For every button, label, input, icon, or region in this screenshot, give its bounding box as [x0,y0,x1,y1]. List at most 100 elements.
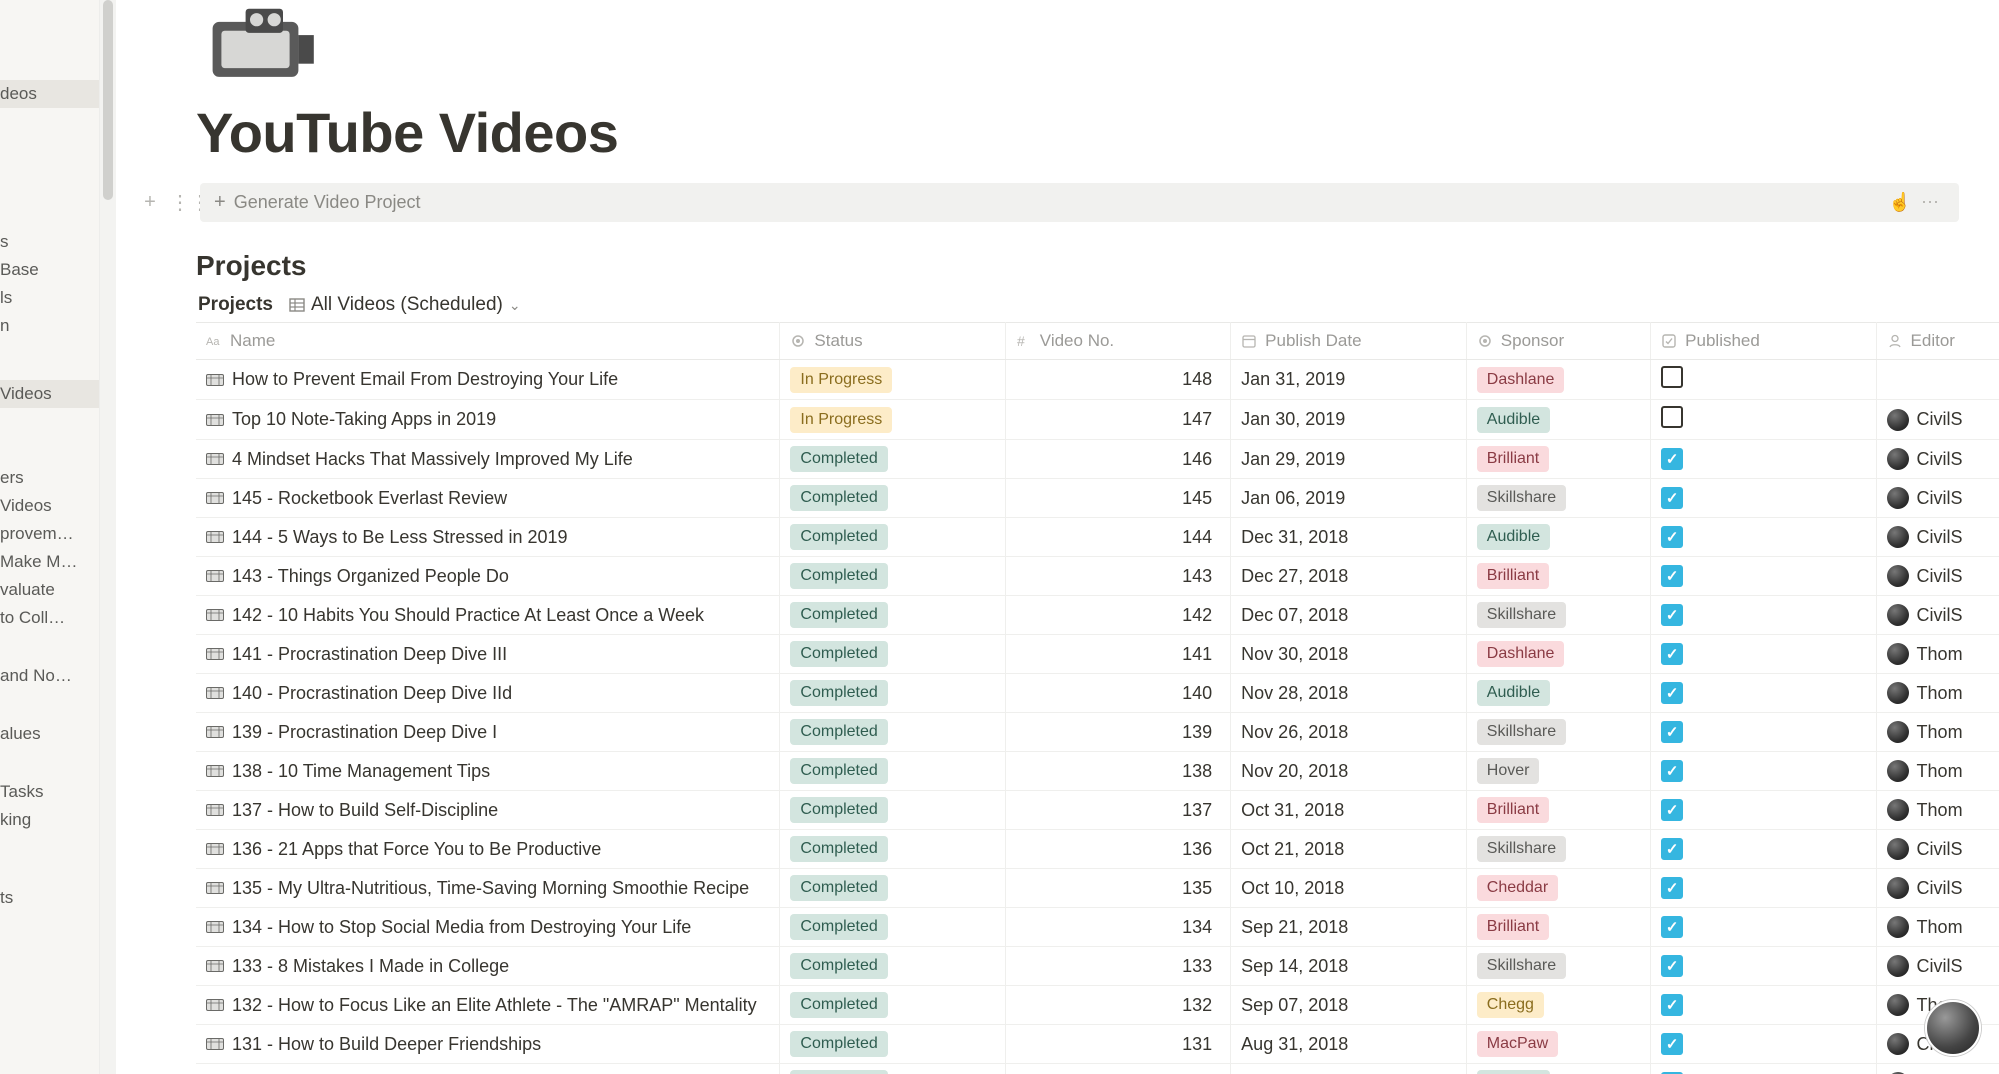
view-tab-projects[interactable]: Projects [198,294,273,316]
page-icon[interactable] [196,0,326,90]
table-row[interactable]: 130 - How to Make FriendsCompleted130Aug… [196,1064,1999,1074]
published-checkbox[interactable] [1661,877,1683,899]
table-row[interactable]: 131 - How to Build Deeper FriendshipsCom… [196,1025,1999,1064]
sponsor-tag: MacPaw [1477,1031,1558,1057]
sidebar-item[interactable]: ls [0,284,99,312]
sidebar-item[interactable]: Tasks [0,778,99,806]
page-row-icon [206,803,224,817]
published-checkbox[interactable] [1661,366,1683,388]
status-tag: Completed [790,680,887,706]
row-name: 132 - How to Focus Like an Elite Athlete… [232,995,757,1016]
projects-table: AaName Status #Video No. Publish Date Sp… [196,322,1999,1074]
sidebar-item[interactable]: Videos [0,492,99,520]
view-selector[interactable]: All Videos (Scheduled) ⌄ [289,294,521,316]
svg-text:Aa: Aa [206,336,220,348]
published-checkbox[interactable] [1661,448,1683,470]
table-row[interactable]: 134 - How to Stop Social Media from Dest… [196,908,1999,947]
sponsor-tag: Brilliant [1477,563,1549,589]
row-publish-date: Aug 24, 2018 [1231,1064,1467,1074]
published-checkbox[interactable] [1661,487,1683,509]
published-checkbox[interactable] [1661,760,1683,782]
sidebar-item[interactable]: s [0,228,99,256]
table-row[interactable]: 141 - Procrastination Deep Dive IIICompl… [196,635,1999,674]
row-video-no: 145 [1005,479,1230,518]
column-header-editor[interactable]: Editor [1876,323,1999,360]
table-row[interactable]: 145 - Rocketbook Everlast ReviewComplete… [196,479,1999,518]
published-checkbox[interactable] [1661,721,1683,743]
table-row[interactable]: 136 - 21 Apps that Force You to Be Produ… [196,830,1999,869]
table-row[interactable]: 137 - How to Build Self-DisciplineComple… [196,791,1999,830]
row-video-no: 137 [1005,791,1230,830]
table-row[interactable]: 132 - How to Focus Like an Elite Athlete… [196,986,1999,1025]
published-checkbox[interactable] [1661,565,1683,587]
table-row[interactable]: 144 - 5 Ways to Be Less Stressed in 2019… [196,518,1999,557]
published-checkbox[interactable] [1661,799,1683,821]
table-row[interactable]: 133 - 8 Mistakes I Made in CollegeComple… [196,947,1999,986]
row-publish-date: Nov 30, 2018 [1231,635,1467,674]
generate-video-project-button[interactable]: + Generate Video Project ☝ ⋯ [200,183,1959,222]
column-header-sponsor[interactable]: Sponsor [1466,323,1650,360]
table-row[interactable]: 139 - Procrastination Deep Dive IComplet… [196,713,1999,752]
status-tag: Completed [790,719,887,745]
add-block-button[interactable]: + [140,191,160,214]
editor-avatar [1887,604,1909,626]
sidebar-item[interactable]: king [0,806,99,834]
table-row[interactable]: 4 Mindset Hacks That Massively Improved … [196,440,1999,479]
column-header-published[interactable]: Published [1651,323,1876,360]
published-checkbox[interactable] [1661,643,1683,665]
sidebar-item[interactable]: ts [0,884,99,912]
published-checkbox[interactable] [1661,916,1683,938]
status-tag: Completed [790,602,887,628]
sponsor-tag: Chegg [1477,992,1544,1018]
published-checkbox[interactable] [1661,526,1683,548]
editor-avatar [1887,916,1909,938]
sidebar-item[interactable]: n [0,312,99,340]
published-checkbox[interactable] [1661,406,1683,428]
sidebar-item[interactable]: ers [0,464,99,492]
row-publish-date: Dec 07, 2018 [1231,596,1467,635]
sidebar-item[interactable]: valuate [0,576,99,604]
table-row[interactable]: 142 - 10 Habits You Should Practice At L… [196,596,1999,635]
sidebar-item[interactable]: Base [0,256,99,284]
database-heading[interactable]: Projects [196,250,1999,282]
more-icon[interactable]: ⋯ [1921,192,1939,213]
published-checkbox[interactable] [1661,1033,1683,1055]
column-header-status[interactable]: Status [780,323,1005,360]
table-row[interactable]: How to Prevent Email From Destroying You… [196,360,1999,400]
published-checkbox[interactable] [1661,955,1683,977]
page-row-icon [206,959,224,973]
status-tag: Completed [790,797,887,823]
sidebar-scrollbar[interactable] [100,0,116,1074]
sidebar-item[interactable]: Videos [0,380,99,408]
column-header-video-no[interactable]: #Video No. [1005,323,1230,360]
row-name: 135 - My Ultra-Nutritious, Time-Saving M… [232,878,749,899]
sidebar-item[interactable]: to Coll… [0,604,99,632]
drag-handle-icon[interactable]: ⋮⋮ [170,190,190,215]
sidebar-item[interactable]: Make M… [0,548,99,576]
status-tag: Completed [790,485,887,511]
row-publish-date: Sep 21, 2018 [1231,908,1467,947]
editor-avatar [1887,487,1909,509]
table-row[interactable]: 140 - Procrastination Deep Dive IIdCompl… [196,674,1999,713]
column-header-publish-date[interactable]: Publish Date [1231,323,1467,360]
sidebar-item[interactable]: and No… [0,662,99,690]
row-video-no: 136 [1005,830,1230,869]
table-row[interactable]: 135 - My Ultra-Nutritious, Time-Saving M… [196,869,1999,908]
sidebar-item[interactable]: alues [0,720,99,748]
published-checkbox[interactable] [1661,682,1683,704]
sidebar-item[interactable]: provem… [0,520,99,548]
table-row[interactable]: Top 10 Note-Taking Apps in 2019In Progre… [196,400,1999,440]
sidebar-item[interactable]: deos [0,80,99,108]
editor-avatar [1887,760,1909,782]
published-checkbox[interactable] [1661,604,1683,626]
page-row-icon [206,881,224,895]
table-row[interactable]: 138 - 10 Time Management TipsCompleted13… [196,752,1999,791]
published-checkbox[interactable] [1661,994,1683,1016]
sidebar-scrollbar-thumb[interactable] [103,0,113,200]
editor-name: CivilS [1917,449,1963,470]
page-title[interactable]: YouTube Videos [196,100,1999,165]
column-header-name[interactable]: AaName [196,323,780,360]
floating-user-avatar[interactable] [1925,1000,1981,1056]
published-checkbox[interactable] [1661,838,1683,860]
table-row[interactable]: 143 - Things Organized People DoComplete… [196,557,1999,596]
